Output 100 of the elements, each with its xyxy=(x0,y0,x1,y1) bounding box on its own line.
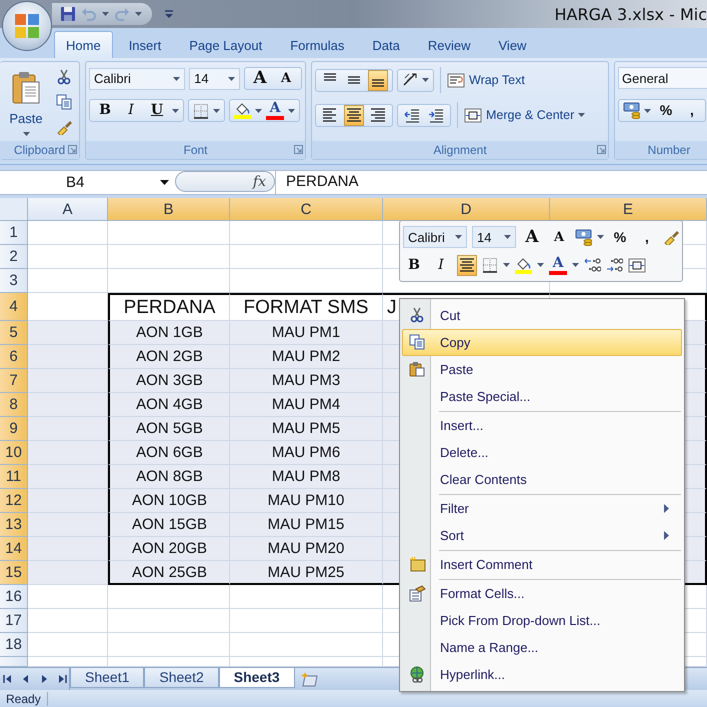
row-header[interactable]: 4 xyxy=(0,293,28,321)
menu-item[interactable]: Sort xyxy=(402,522,682,549)
font-name-field[interactable]: Calibri xyxy=(89,68,186,90)
ribbon-tab[interactable]: Page Layout xyxy=(177,31,274,58)
font-color-button[interactable]: A xyxy=(266,101,284,120)
row-header[interactable]: 6 xyxy=(0,345,28,369)
caret-icon[interactable] xyxy=(572,263,579,268)
caret-icon[interactable] xyxy=(213,108,220,112)
increase-indent-icon[interactable] xyxy=(428,107,444,123)
copy-icon[interactable] xyxy=(56,94,72,110)
wrap-text-button[interactable]: Wrap Text xyxy=(447,69,525,91)
ribbon-tab[interactable]: Formulas xyxy=(278,31,356,58)
column-header[interactable]: C xyxy=(230,198,383,221)
row-header[interactable]: 9 xyxy=(0,417,28,441)
font-size-field[interactable]: 14 xyxy=(189,68,240,90)
row-header[interactable]: 10 xyxy=(0,441,28,465)
row-header[interactable]: 7 xyxy=(0,369,28,393)
caret-icon[interactable] xyxy=(504,235,511,240)
percent-button[interactable]: % xyxy=(609,228,631,247)
column-header[interactable]: E xyxy=(550,198,707,221)
caret-icon[interactable] xyxy=(597,235,604,240)
decrease-decimal-icon[interactable] xyxy=(606,257,623,274)
menu-item[interactable]: Pick From Drop-down List... xyxy=(402,607,682,634)
insert-function-button[interactable]: fx xyxy=(252,174,266,190)
caret-icon[interactable] xyxy=(160,180,169,185)
menu-item[interactable]: Delete... xyxy=(402,439,682,466)
caret-icon[interactable] xyxy=(455,235,462,240)
currency-icon[interactable] xyxy=(623,102,640,119)
row-header[interactable]: 2 xyxy=(0,245,28,269)
font-color-button[interactable]: A xyxy=(549,256,567,275)
merge-icon[interactable] xyxy=(628,256,646,274)
caret-icon[interactable] xyxy=(537,263,544,268)
menu-item[interactable]: Hyperlink... xyxy=(402,661,682,688)
row-header[interactable]: 11 xyxy=(0,465,28,489)
borders-icon[interactable] xyxy=(482,257,498,274)
menu-item[interactable]: Name a Range... xyxy=(402,634,682,661)
format-painter-icon[interactable] xyxy=(663,229,679,246)
save-icon[interactable] xyxy=(60,6,76,22)
comma-button[interactable]: , xyxy=(636,228,658,247)
currency-icon[interactable] xyxy=(575,228,592,246)
caret-icon[interactable] xyxy=(644,108,651,112)
bold-button[interactable]: B xyxy=(94,101,116,120)
previous-sheet-icon[interactable] xyxy=(21,674,31,684)
increase-decimal-icon[interactable] xyxy=(584,257,601,274)
fill-color-icon[interactable] xyxy=(515,256,532,274)
row-header[interactable]: 5 xyxy=(0,321,28,345)
caret-icon[interactable] xyxy=(172,108,179,112)
first-sheet-icon[interactable] xyxy=(3,674,13,684)
menu-item[interactable]: Paste Special... xyxy=(402,383,682,410)
caret-icon[interactable] xyxy=(228,76,235,80)
comma-button[interactable]: , xyxy=(681,101,703,120)
font-size-field[interactable]: 14 xyxy=(472,226,516,248)
align-center-icon[interactable] xyxy=(346,107,362,123)
format-painter-icon[interactable] xyxy=(56,119,72,135)
shrink-font-button[interactable]: A xyxy=(548,228,570,247)
row-header[interactable]: 8 xyxy=(0,393,28,417)
grow-font-button[interactable]: A xyxy=(249,69,271,88)
caret-icon[interactable] xyxy=(173,76,180,80)
merge-center-button[interactable]: Merge & Center xyxy=(464,104,586,126)
orientation-icon[interactable] xyxy=(402,72,418,88)
align-center-icon[interactable] xyxy=(459,257,475,274)
column-header[interactable]: D xyxy=(383,198,550,221)
row-header[interactable]: 3 xyxy=(0,269,28,293)
cut-icon[interactable] xyxy=(56,69,72,85)
column-header[interactable]: A xyxy=(28,198,108,221)
percent-button[interactable]: % xyxy=(655,101,677,120)
caret-icon[interactable] xyxy=(288,108,295,112)
italic-button[interactable]: I xyxy=(430,256,452,275)
paste-button[interactable]: Paste xyxy=(4,67,48,141)
caret-icon[interactable] xyxy=(503,263,510,268)
dialog-launcher-icon[interactable] xyxy=(68,145,77,154)
ribbon-tab[interactable]: Review xyxy=(416,31,482,58)
ribbon-tab[interactable]: Insert xyxy=(116,31,174,58)
next-sheet-icon[interactable] xyxy=(39,674,49,684)
align-left-icon[interactable] xyxy=(322,107,338,123)
decrease-indent-icon[interactable] xyxy=(404,107,420,123)
sheet-tab[interactable]: Sheet3 xyxy=(218,668,295,688)
row-header[interactable]: 12 xyxy=(0,489,28,513)
shrink-font-button[interactable]: A xyxy=(275,69,297,88)
ribbon-tab[interactable]: View xyxy=(486,31,538,58)
ribbon-tab[interactable]: Home xyxy=(54,31,113,58)
menu-item[interactable]: Clear Contents xyxy=(402,466,682,493)
row-header[interactable]: 17 xyxy=(0,609,28,633)
row-header[interactable]: 18 xyxy=(0,633,28,657)
row-header[interactable]: 13 xyxy=(0,513,28,537)
customize-icon[interactable] xyxy=(164,9,174,19)
row-header[interactable]: 16 xyxy=(0,585,28,609)
row-header[interactable]: 1 xyxy=(0,221,28,245)
caret-icon[interactable] xyxy=(255,108,262,112)
menu-item[interactable]: Copy xyxy=(402,329,682,356)
fill-color-icon[interactable] xyxy=(234,102,251,119)
sheet-tab[interactable]: Sheet2 xyxy=(144,668,219,688)
caret-icon[interactable] xyxy=(422,78,429,82)
italic-button[interactable]: I xyxy=(120,101,142,120)
name-box[interactable]: B4 xyxy=(0,171,175,194)
menu-item[interactable]: Paste xyxy=(402,356,682,383)
bold-button[interactable]: B xyxy=(403,256,425,275)
last-sheet-icon[interactable] xyxy=(57,674,67,684)
formula-input[interactable]: PERDANA xyxy=(275,171,707,194)
align-right-icon[interactable] xyxy=(370,107,386,123)
